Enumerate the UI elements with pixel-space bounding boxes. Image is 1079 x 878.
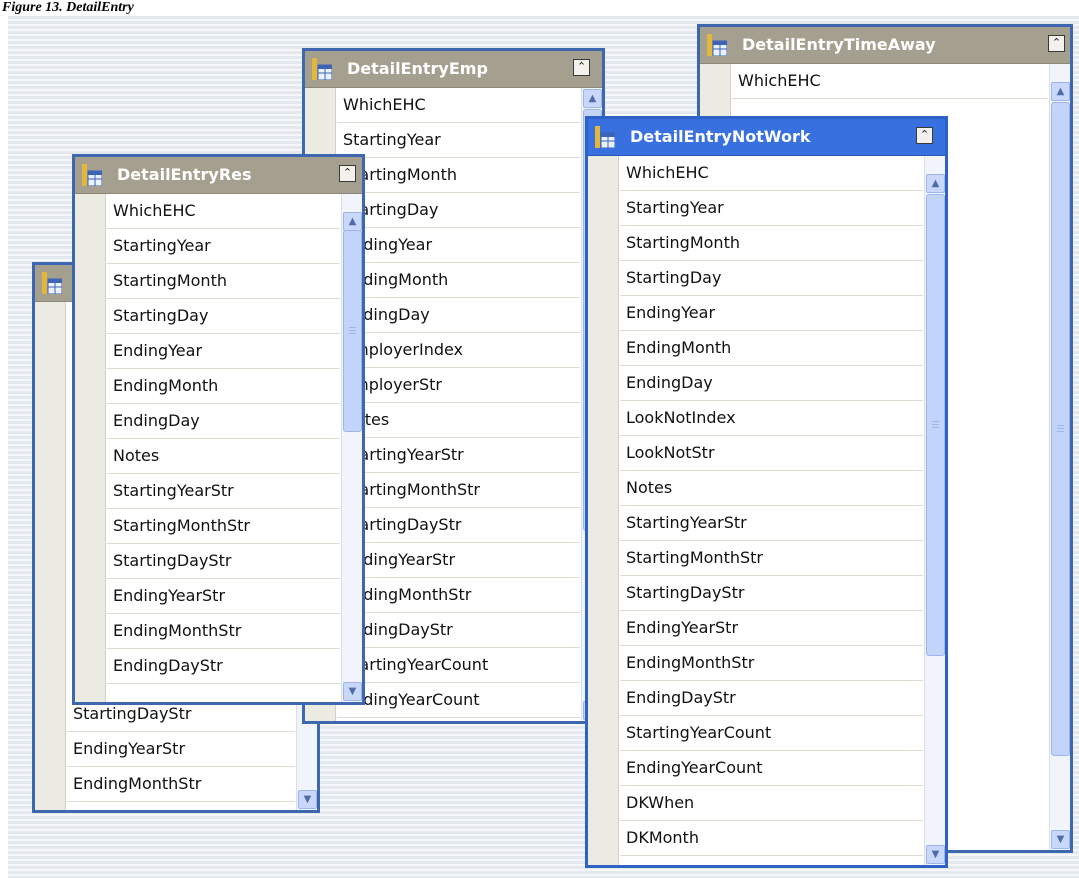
- double-chevron-up-icon[interactable]: ⌃: [916, 127, 933, 144]
- double-chevron-up-icon[interactable]: ⌃: [339, 165, 356, 182]
- column-list: StartingDayStr EndingYearStr EndingMonthSt…: [67, 697, 295, 802]
- vertical-scrollbar[interactable]: ▲ ▼: [341, 194, 362, 702]
- column-row[interactable]: EndingMonth: [107, 369, 340, 404]
- column-row[interactable]: EndingDayStr: [337, 613, 580, 648]
- column-row[interactable]: StartingYear: [337, 123, 580, 158]
- column-row[interactable]: EndingYearCount: [337, 683, 580, 718]
- column-row[interactable]: EndingDay: [107, 404, 340, 439]
- column-row[interactable]: StartingYearStr: [107, 474, 340, 509]
- column-list: WhichEHC StartingYear StartingMonth Startin…: [620, 156, 923, 856]
- arrow-down-icon[interactable]: ▼: [298, 790, 317, 809]
- column-row[interactable]: StartingDay: [337, 193, 580, 228]
- row-selector-gutter: [75, 194, 106, 702]
- column-row[interactable]: StartingYear: [620, 191, 923, 226]
- column-row[interactable]: WhichEHC: [732, 64, 1048, 99]
- column-row[interactable]: EndingYearStr: [107, 579, 340, 614]
- column-row[interactable]: EndingMonth: [337, 263, 580, 298]
- table-icon: [42, 272, 63, 295]
- column-row[interactable]: EndingDay: [620, 366, 923, 401]
- column-row[interactable]: StartingYearCount: [337, 648, 580, 683]
- column-row[interactable]: EndingMonthStr: [337, 578, 580, 613]
- figure-caption: Figure 13. DetailEntry: [2, 0, 134, 15]
- column-row[interactable]: StartingMonthStr: [107, 509, 340, 544]
- column-row[interactable]: EmployerIndex: [337, 333, 580, 368]
- table-icon: [707, 34, 728, 57]
- column-row[interactable]: EndingDayStr: [620, 681, 923, 716]
- column-row[interactable]: StartingDayStr: [620, 576, 923, 611]
- double-chevron-up-icon[interactable]: ⌃: [1048, 35, 1065, 52]
- table-icon: [82, 164, 103, 187]
- column-row[interactable]: EndingYearStr: [67, 732, 295, 767]
- column-row[interactable]: EndingYear: [107, 334, 340, 369]
- column-row[interactable]: DKMonth: [620, 821, 923, 856]
- column-row[interactable]: StartingYearStr: [337, 438, 580, 473]
- column-row[interactable]: EndingMonthStr: [67, 767, 295, 802]
- vertical-scrollbar[interactable]: ▲ ▼: [924, 156, 945, 865]
- column-row[interactable]: Notes: [107, 439, 340, 474]
- window-title: DetailEntryTimeAway: [742, 35, 936, 54]
- column-row[interactable]: StartingMonth: [107, 264, 340, 299]
- scroll-thumb[interactable]: [1051, 102, 1070, 756]
- window-title-bar[interactable]: DetailEntryEmp ⌃: [305, 51, 602, 88]
- arrow-down-icon[interactable]: ▼: [1051, 830, 1070, 849]
- arrow-up-icon[interactable]: ▲: [926, 174, 945, 193]
- arrow-up-icon[interactable]: ▲: [343, 212, 362, 231]
- column-row[interactable]: DKWhen: [620, 786, 923, 821]
- row-selector-gutter: [588, 156, 619, 865]
- column-row[interactable]: EmployerStr: [337, 368, 580, 403]
- column-row[interactable]: EndingYearStr: [337, 543, 580, 578]
- column-row[interactable]: LookNotIndex: [620, 401, 923, 436]
- double-chevron-up-icon[interactable]: ⌃: [573, 59, 590, 76]
- window-title-bar[interactable]: DetailEntryRes ⌃: [75, 157, 362, 194]
- arrow-down-icon[interactable]: ▼: [926, 845, 945, 864]
- row-selector-gutter: [35, 302, 66, 810]
- arrow-down-icon[interactable]: ▼: [343, 682, 362, 701]
- column-row[interactable]: StartingDay: [620, 261, 923, 296]
- column-row[interactable]: Notes: [337, 403, 580, 438]
- table-window-detailentryres[interactable]: DetailEntryRes ⌃ WhichEHC StartingYear Sta…: [72, 154, 365, 705]
- column-row[interactable]: WhichEHC: [107, 194, 340, 229]
- column-list: WhichEHC StartingYear StartingMonth Startin…: [107, 194, 340, 684]
- column-row[interactable]: WhichEHC: [337, 88, 580, 123]
- column-row[interactable]: Notes: [620, 471, 923, 506]
- column-row[interactable]: EndingMonthStr: [620, 646, 923, 681]
- column-row[interactable]: EndingYear: [620, 296, 923, 331]
- scroll-thumb[interactable]: [926, 194, 945, 656]
- column-row[interactable]: EndingYear: [337, 228, 580, 263]
- column-row[interactable]: StartingMonth: [620, 226, 923, 261]
- column-row[interactable]: EndingYearStr: [620, 611, 923, 646]
- window-title: DetailEntryNotWork: [630, 127, 811, 146]
- column-row[interactable]: StartingYearStr: [620, 506, 923, 541]
- column-row[interactable]: EndingYearCount: [620, 751, 923, 786]
- column-row[interactable]: StartingDayStr: [107, 544, 340, 579]
- window-title: DetailEntryEmp: [347, 59, 488, 78]
- arrow-up-icon[interactable]: ▲: [583, 89, 602, 108]
- table-icon: [595, 126, 616, 149]
- column-row[interactable]: LookNotStr: [620, 436, 923, 471]
- column-row[interactable]: StartingMonth: [337, 158, 580, 193]
- column-row[interactable]: WhichEHC: [620, 156, 923, 191]
- column-row[interactable]: EndingDay: [337, 298, 580, 333]
- window-title-bar[interactable]: DetailEntryNotWork ⌃: [588, 119, 945, 156]
- column-list: WhichEHC: [732, 64, 1048, 99]
- column-row[interactable]: EndingMonthStr: [107, 614, 340, 649]
- arrow-up-icon[interactable]: ▲: [1051, 82, 1070, 101]
- column-row[interactable]: StartingYear: [107, 229, 340, 264]
- column-row[interactable]: StartingYearCount: [620, 716, 923, 751]
- vertical-scrollbar[interactable]: ▲ ▼: [1049, 64, 1070, 850]
- column-row[interactable]: StartingDayStr: [337, 508, 580, 543]
- column-row[interactable]: StartingMonthStr: [620, 541, 923, 576]
- scroll-thumb[interactable]: [343, 230, 362, 432]
- column-row[interactable]: EndingMonth: [620, 331, 923, 366]
- column-list: WhichEHC StartingYear StartingMonth Startin…: [337, 88, 580, 718]
- column-row[interactable]: EndingDayStr: [107, 649, 340, 684]
- table-window-detailentrynotwork[interactable]: DetailEntryNotWork ⌃ WhichEHC StartingYea…: [585, 116, 948, 868]
- window-title-bar[interactable]: DetailEntryTimeAway ⌃: [700, 27, 1070, 64]
- window-title: DetailEntryRes: [117, 165, 252, 184]
- table-icon: [312, 58, 333, 81]
- column-row[interactable]: StartingDay: [107, 299, 340, 334]
- column-row[interactable]: StartingMonthStr: [337, 473, 580, 508]
